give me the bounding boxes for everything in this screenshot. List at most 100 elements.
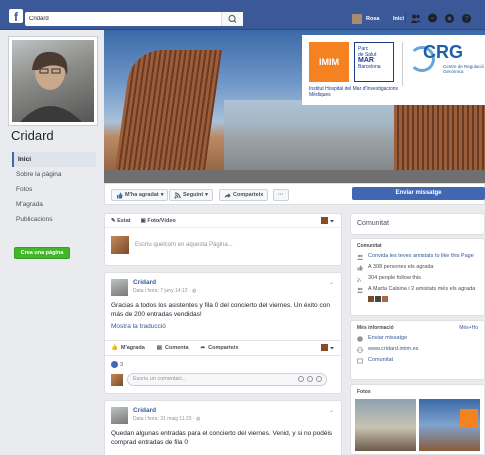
post-like-label: M'agrada	[120, 345, 145, 351]
camera-icon[interactable]	[307, 376, 313, 382]
chevron-down-icon: ▾	[205, 192, 208, 198]
community-section-title: Comunitat	[357, 243, 382, 249]
post-options-icon[interactable]: ⌄	[329, 407, 335, 414]
post-share-button[interactable]: ➦ Comparteix	[201, 345, 239, 351]
send-message-button[interactable]: Enviar missatge	[352, 187, 485, 200]
more-info-panel: Més informació Més+Ho Enviar missatge ww…	[350, 320, 485, 380]
website-link[interactable]: www.cridard.imim.es	[368, 346, 418, 353]
search-button[interactable]	[221, 12, 243, 26]
left-nav-item-posts[interactable]: Publicacions	[12, 212, 96, 227]
like-page-button[interactable]: M'ha agradat ▾	[111, 189, 169, 201]
tab-status[interactable]: ✎ Estat	[111, 218, 131, 224]
crg-logo: CRG Centre de Regulació Genòmica	[402, 42, 485, 86]
like-page-label: M'ha agradat	[125, 192, 159, 198]
sticker-icon[interactable]	[316, 376, 322, 382]
nav-home-link[interactable]: Inici	[393, 16, 404, 22]
cover-ground	[104, 170, 485, 183]
more-button[interactable]: ···	[273, 189, 289, 201]
post-timestamp: Data i hora: 31 maig 11:23 · ◍	[133, 416, 200, 422]
post-options-icon[interactable]: ⌄	[329, 279, 335, 286]
friend-avatar[interactable]	[382, 296, 388, 302]
post-as-selector[interactable]	[321, 217, 335, 225]
thumbs-up-icon: 👍	[111, 345, 118, 351]
post-like-count: 3	[120, 361, 124, 368]
post-timestamp: Data i hora: 7 juny 14:12 · ◍	[133, 288, 196, 294]
avatar-dropdown-icon	[321, 344, 334, 351]
facebook-logo[interactable]: f	[9, 9, 23, 23]
category-row[interactable]: Comunitat	[351, 355, 484, 366]
help-icon[interactable]: ?	[461, 13, 472, 24]
comment-placeholder: Escriu un comentari...	[133, 376, 187, 382]
share-page-button[interactable]: Comparteix	[219, 189, 269, 201]
left-nav-item-about[interactable]: Sobre la pàgina	[12, 167, 96, 182]
photo-logo	[460, 409, 478, 427]
post-as-selector[interactable]	[321, 344, 335, 352]
post-author[interactable]: Cridard	[133, 279, 196, 286]
send-message-row[interactable]: Enviar missatge	[351, 333, 484, 344]
parc-line4: Barcelona	[358, 64, 381, 70]
post-card: ⌄ Cridard Data i hora: 7 juny 14:12 · ◍ …	[104, 272, 342, 394]
show-translation-link[interactable]: Mostra la traducció	[105, 321, 341, 332]
thumbs-up-icon	[117, 192, 123, 198]
emoji-icon[interactable]	[298, 376, 304, 382]
website-row[interactable]: www.cridard.imim.es	[351, 344, 484, 355]
photos-title: Fotos	[357, 389, 371, 395]
composer-body: Escriu quelcom en aquesta Pàgina...	[105, 228, 341, 262]
crg-caption: Centre de Regulació Genòmica	[443, 64, 485, 74]
left-nav-item-photos[interactable]: Fotos	[12, 182, 96, 197]
nav-icons: ?	[410, 13, 472, 24]
comment-icon: ▤	[156, 345, 162, 351]
post-text: Gracias a todos los asistentes y fila 0 …	[111, 302, 330, 318]
left-nav-item-likes[interactable]: M'agrada	[12, 197, 96, 212]
nav-user-link[interactable]: Rosa	[352, 14, 379, 24]
search-input[interactable]	[25, 12, 210, 26]
send-message-link[interactable]: Enviar missatge	[368, 335, 407, 342]
cover-photo[interactable]: IMIM Parc de Salut MAR Barcelona Institu…	[104, 30, 485, 183]
tab-photo-video[interactable]: ▣ Foto/Vídeo	[141, 218, 176, 224]
tab-photo-label: Foto/Vídeo	[147, 217, 176, 224]
more-info-see-all[interactable]: Més+Ho	[459, 325, 478, 331]
friends-icon	[357, 254, 363, 260]
rss-icon	[174, 192, 181, 198]
post-likes-summary[interactable]: 3	[111, 361, 123, 368]
post-comment-label: Comenta	[165, 345, 189, 351]
post-like-button[interactable]: 👍 M'agrada	[111, 345, 145, 351]
search-box	[25, 12, 243, 26]
follow-button[interactable]: Seguint ▾	[169, 189, 213, 201]
commenter-avatar	[111, 373, 123, 386]
imim-caption: Institut Hospital del Mar d'Investigacio…	[309, 86, 399, 98]
globe-icon: ◍	[196, 416, 201, 422]
friends-like-text: A Marta Calsina i 2 amistats més els agr…	[368, 286, 476, 292]
post-card: ⌄ Cridard Data i hora: 31 maig 11:23 · ◍…	[104, 400, 342, 455]
friend-avatar[interactable]	[368, 296, 374, 302]
composer-input[interactable]: Escriu quelcom en aquesta Pàgina...	[135, 242, 233, 248]
photo-thumbnail[interactable]	[419, 399, 480, 451]
post-author-avatar[interactable]	[111, 407, 128, 424]
likes-row: A 308 persones els agrada	[351, 262, 484, 273]
share-icon	[224, 192, 231, 198]
friend-requests-icon[interactable]	[410, 13, 421, 24]
category-link[interactable]: Comunitat	[368, 357, 393, 364]
post-comment-button[interactable]: ▤ Comenta	[157, 345, 189, 351]
imim-logo: IMIM	[309, 42, 349, 82]
page-title: Cridard	[11, 128, 54, 143]
photo-thumbnail[interactable]	[355, 399, 416, 451]
left-nav: Inici Sobre la pàgina Fotos M'agrada Pub…	[12, 152, 96, 227]
more-info-title: Més informació	[357, 325, 394, 331]
comment-input[interactable]: Escriu un comentari...	[127, 373, 327, 386]
friend-avatar[interactable]	[375, 296, 381, 302]
post-share-label: Comparteix	[208, 345, 239, 351]
invite-link[interactable]: Convida les teves amistats to like this …	[368, 253, 474, 260]
create-page-button[interactable]: Crea una pàgina	[14, 247, 70, 259]
avatar	[352, 14, 362, 24]
invite-row[interactable]: Convida les teves amistats to like this …	[351, 251, 484, 262]
chevron-down-icon: ▾	[160, 192, 164, 198]
messages-icon[interactable]	[427, 13, 438, 24]
follows-count-text: 304 people follow this	[368, 275, 421, 281]
post-author-avatar[interactable]	[111, 279, 128, 296]
left-nav-item-home[interactable]: Inici	[12, 152, 96, 167]
post-author[interactable]: Cridard	[133, 407, 200, 414]
profile-picture[interactable]	[8, 36, 98, 126]
user-name: Rosa	[366, 16, 380, 22]
notifications-icon[interactable]	[444, 13, 455, 24]
